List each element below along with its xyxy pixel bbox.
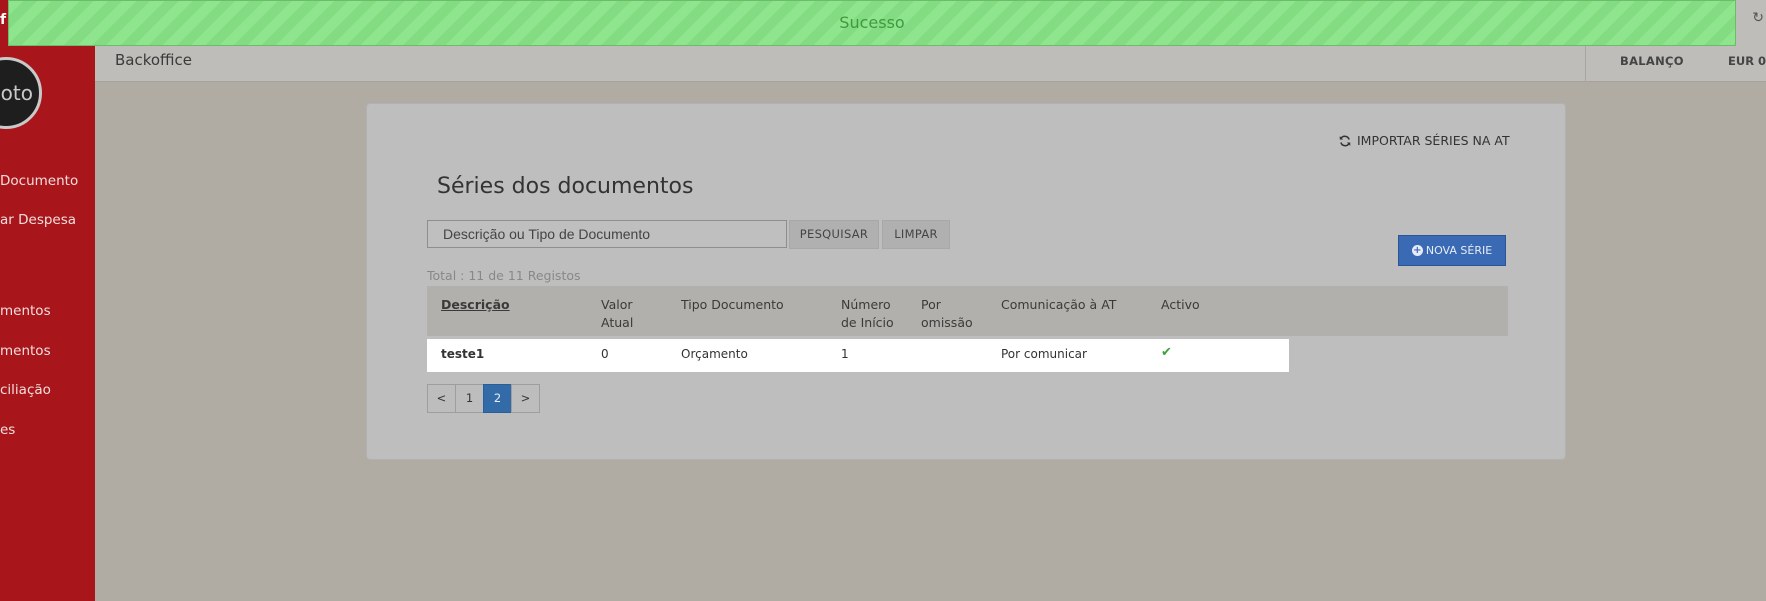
sidebar-item-documento[interactable]: Documento: [0, 173, 78, 189]
search-input[interactable]: [427, 220, 787, 248]
sidebar-item-conciliacao[interactable]: ciliação: [0, 382, 51, 398]
balance-value: EUR 0.0: [1728, 54, 1766, 68]
import-series-label: IMPORTAR SÉRIES NA AT: [1357, 133, 1510, 148]
header-numero-inicio: Número de Início: [841, 297, 894, 330]
cell-descricao: teste1: [441, 347, 485, 361]
refresh-icon: [1339, 135, 1351, 146]
toast-edge-left: f: [0, 0, 8, 46]
clear-button[interactable]: LIMPAR: [882, 220, 950, 249]
app-title: Backoffice: [115, 51, 193, 69]
table-header: Descrição Valor Atual Tipo Documento Núm…: [427, 286, 1508, 336]
header-por-omissao: Por omissão: [921, 297, 973, 330]
cell-comunicacao: Por comunicar: [1001, 347, 1087, 361]
cell-valor-atual: 0: [601, 347, 609, 361]
pagination-next[interactable]: >: [511, 384, 540, 413]
import-series-button[interactable]: IMPORTAR SÉRIES NA AT: [1339, 133, 1510, 148]
header-tipo-documento: Tipo Documento: [681, 297, 784, 312]
check-icon: ✔: [1161, 345, 1172, 360]
sidebar-item-es[interactable]: es: [0, 422, 15, 438]
header-valor-atual: Valor Atual: [601, 297, 634, 330]
refresh-icon[interactable]: ↻: [1736, 0, 1766, 46]
plus-circle-icon: +: [1411, 245, 1423, 256]
cell-numero-inicio: 1: [841, 347, 849, 361]
search-button[interactable]: PESQUISAR: [789, 220, 879, 249]
pagination-page-2[interactable]: 2: [483, 384, 512, 413]
sidebar: oto Documento ar Despesa mentos mentos c…: [0, 0, 95, 601]
topbar-divider: [1585, 45, 1586, 82]
header-descricao[interactable]: Descrição: [441, 296, 510, 314]
pagination-page-1[interactable]: 1: [455, 384, 484, 413]
table-row[interactable]: teste1 0 Orçamento 1 Por comunicar ✔: [427, 339, 1289, 372]
sidebar-item-documentos-1[interactable]: mentos: [0, 303, 51, 319]
sidebar-item-documentos-2[interactable]: mentos: [0, 343, 51, 359]
pagination: < 1 2 >: [427, 384, 540, 413]
pagination-prev[interactable]: <: [427, 384, 456, 413]
header-activo: Activo: [1161, 297, 1200, 312]
new-series-button[interactable]: + NOVA SÉRIE: [1398, 235, 1506, 266]
series-panel: IMPORTAR SÉRIES NA AT Séries dos documen…: [366, 103, 1566, 460]
balance-label: BALANÇO: [1620, 54, 1684, 68]
cell-tipo-documento: Orçamento: [681, 347, 748, 361]
header-comunicacao-at: Comunicação à AT: [1001, 297, 1117, 312]
sidebar-item-despesa[interactable]: ar Despesa: [0, 212, 76, 228]
page-title: Séries dos documentos: [437, 174, 694, 199]
success-toast[interactable]: Sucesso: [8, 0, 1736, 46]
user-avatar[interactable]: oto: [0, 57, 42, 129]
total-records: Total : 11 de 11 Registos: [427, 268, 581, 283]
new-series-label: NOVA SÉRIE: [1425, 244, 1493, 257]
